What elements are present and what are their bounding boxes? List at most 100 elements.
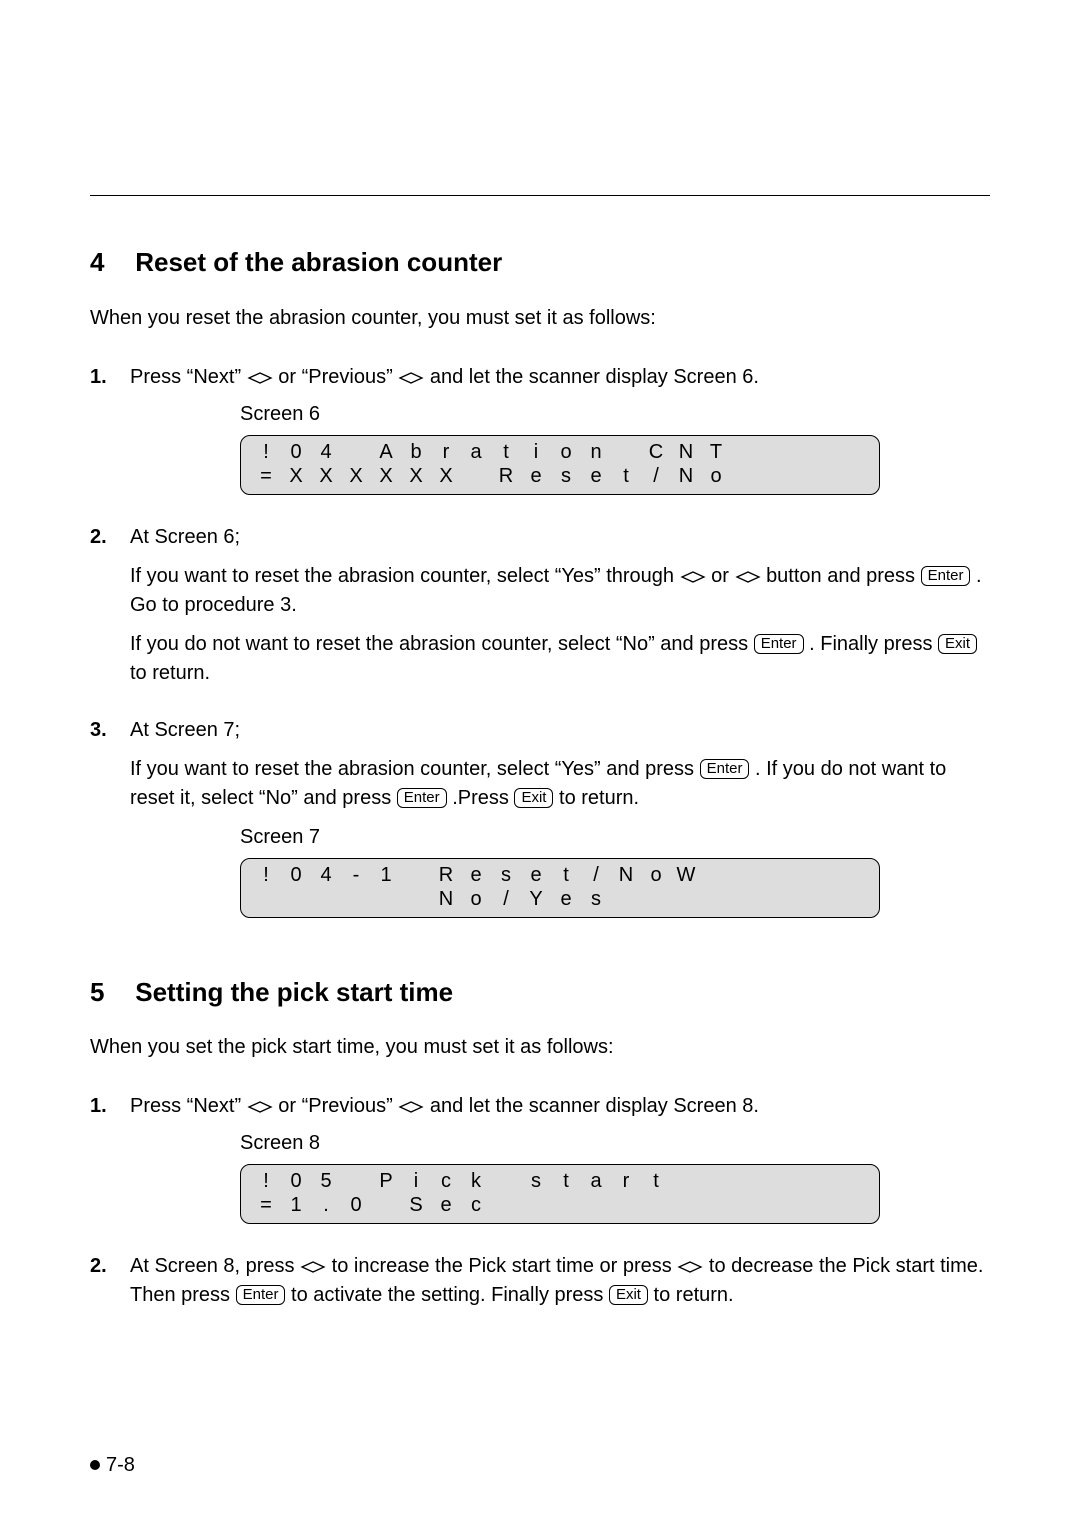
screen-8-lcd: !05Pickstart=1.0Sec (240, 1164, 880, 1224)
lcd-cell: r (611, 1169, 641, 1193)
screen-7-lcd: !04-1Reset/NoWNo/Yes (240, 858, 880, 918)
horizontal-rule (90, 195, 990, 196)
lcd-cell: o (641, 863, 671, 887)
diamond-left-icon (398, 1100, 424, 1114)
lcd-cell: e (521, 464, 551, 488)
page: 4 Reset of the abrasion counter When you… (0, 0, 1080, 1528)
step-marker: 2. (90, 523, 107, 552)
section-5-step-2: 2. At Screen 8, press to increase the Pi… (90, 1252, 990, 1310)
lcd-cell (611, 1193, 641, 1217)
lcd-cell (281, 887, 311, 911)
lcd-cell: W (671, 863, 701, 887)
lcd-cell: N (431, 887, 461, 911)
lcd-cell: . (311, 1193, 341, 1217)
section-5-heading: 5 Setting the pick start time (90, 974, 990, 1012)
lcd-cell (641, 887, 671, 911)
exit-key-icon: Exit (938, 634, 977, 654)
lcd-cell: a (581, 1169, 611, 1193)
lcd-cell: - (341, 863, 371, 887)
diamond-left-icon (398, 371, 424, 385)
lcd-cell (341, 887, 371, 911)
lcd-cell (371, 1193, 401, 1217)
lcd-cell (251, 887, 281, 911)
lcd-cell: i (521, 440, 551, 464)
screen-6-lcd: !04AbrationCNT=XXXXXXReset/No (240, 435, 880, 495)
lcd-cell: r (431, 440, 461, 464)
lcd-cell: / (581, 863, 611, 887)
step-marker: 2. (90, 1252, 107, 1281)
lcd-cell: i (401, 1169, 431, 1193)
section-4-step-3: 3. At Screen 7; If you want to reset the… (90, 716, 990, 918)
step-para: If you want to reset the abrasion counte… (130, 562, 990, 620)
lcd-cell: s (491, 863, 521, 887)
lcd-cell (641, 1193, 671, 1217)
section-4-number: 4 (90, 244, 128, 282)
section-4-steps: 1. Press “Next” or “Previous” and let th… (90, 363, 990, 918)
step-head: At Screen 6; (130, 523, 990, 552)
section-4-heading: 4 Reset of the abrasion counter (90, 244, 990, 282)
lcd-cell: ! (251, 863, 281, 887)
screen-7-block: Screen 7 !04-1Reset/NoWNo/Yes (240, 823, 990, 918)
section-4: 4 Reset of the abrasion counter When you… (90, 244, 990, 918)
diamond-right-icon (680, 570, 706, 584)
lcd-cell (701, 1169, 731, 1193)
lcd-cell (701, 887, 731, 911)
lcd-cell (401, 887, 431, 911)
lcd-cell: 4 (311, 440, 341, 464)
lcd-cell: T (701, 440, 731, 464)
step-para: At Screen 8, press to increase the Pick … (130, 1252, 990, 1310)
page-number: 7-8 (106, 1454, 135, 1476)
lcd-cell (671, 1193, 701, 1217)
step-head: At Screen 7; (130, 716, 990, 745)
lcd-cell: X (371, 464, 401, 488)
lcd-cell (701, 863, 731, 887)
lcd-cell (491, 1169, 521, 1193)
exit-key-icon: Exit (609, 1285, 648, 1305)
lcd-cell: t (491, 440, 521, 464)
lcd-cell: c (461, 1193, 491, 1217)
lcd-cell: N (671, 464, 701, 488)
page-footer: 7-8 (90, 1451, 135, 1480)
lcd-cell: e (551, 887, 581, 911)
lcd-cell: / (491, 887, 521, 911)
lcd-cell: S (401, 1193, 431, 1217)
lcd-cell: o (701, 464, 731, 488)
lcd-cell (341, 1169, 371, 1193)
enter-key-icon: Enter (754, 634, 804, 654)
screen-8-block: Screen 8 !05Pickstart=1.0Sec (240, 1129, 990, 1224)
lcd-cell: X (431, 464, 461, 488)
screen-7-label: Screen 7 (240, 823, 990, 852)
lcd-cell: s (581, 887, 611, 911)
lcd-cell (611, 887, 641, 911)
step-para: If you do not want to reset the abrasion… (130, 630, 990, 688)
lcd-cell (611, 440, 641, 464)
lcd-cell: N (671, 440, 701, 464)
lcd-row: !04-1Reset/NoW (241, 863, 879, 887)
lcd-row: !04AbrationCNT (241, 440, 879, 464)
enter-key-icon: Enter (397, 788, 447, 808)
lcd-cell: A (371, 440, 401, 464)
lcd-cell: X (281, 464, 311, 488)
enter-key-icon: Enter (921, 566, 971, 586)
lcd-cell: 1 (371, 863, 401, 887)
lcd-cell (341, 440, 371, 464)
section-5-step-1: 1. Press “Next” or “Previous” and let th… (90, 1092, 990, 1224)
diamond-left-icon (677, 1260, 703, 1274)
lcd-cell (671, 887, 701, 911)
step-marker: 3. (90, 716, 107, 745)
lcd-cell (401, 863, 431, 887)
section-5-title: Setting the pick start time (135, 977, 453, 1007)
lcd-cell: / (641, 464, 671, 488)
step-marker: 1. (90, 1092, 107, 1121)
lcd-cell: = (251, 464, 281, 488)
step-para: If you want to reset the abrasion counte… (130, 755, 990, 813)
lcd-cell: 0 (281, 1169, 311, 1193)
lcd-cell: t (551, 1169, 581, 1193)
lcd-cell (551, 1193, 581, 1217)
enter-key-icon: Enter (236, 1285, 286, 1305)
screen-6-block: Screen 6 !04AbrationCNT=XXXXXXReset/No (240, 400, 990, 495)
lcd-cell: s (551, 464, 581, 488)
lcd-cell (371, 887, 401, 911)
lcd-cell (671, 1169, 701, 1193)
section-4-intro: When you reset the abrasion counter, you… (90, 304, 990, 333)
